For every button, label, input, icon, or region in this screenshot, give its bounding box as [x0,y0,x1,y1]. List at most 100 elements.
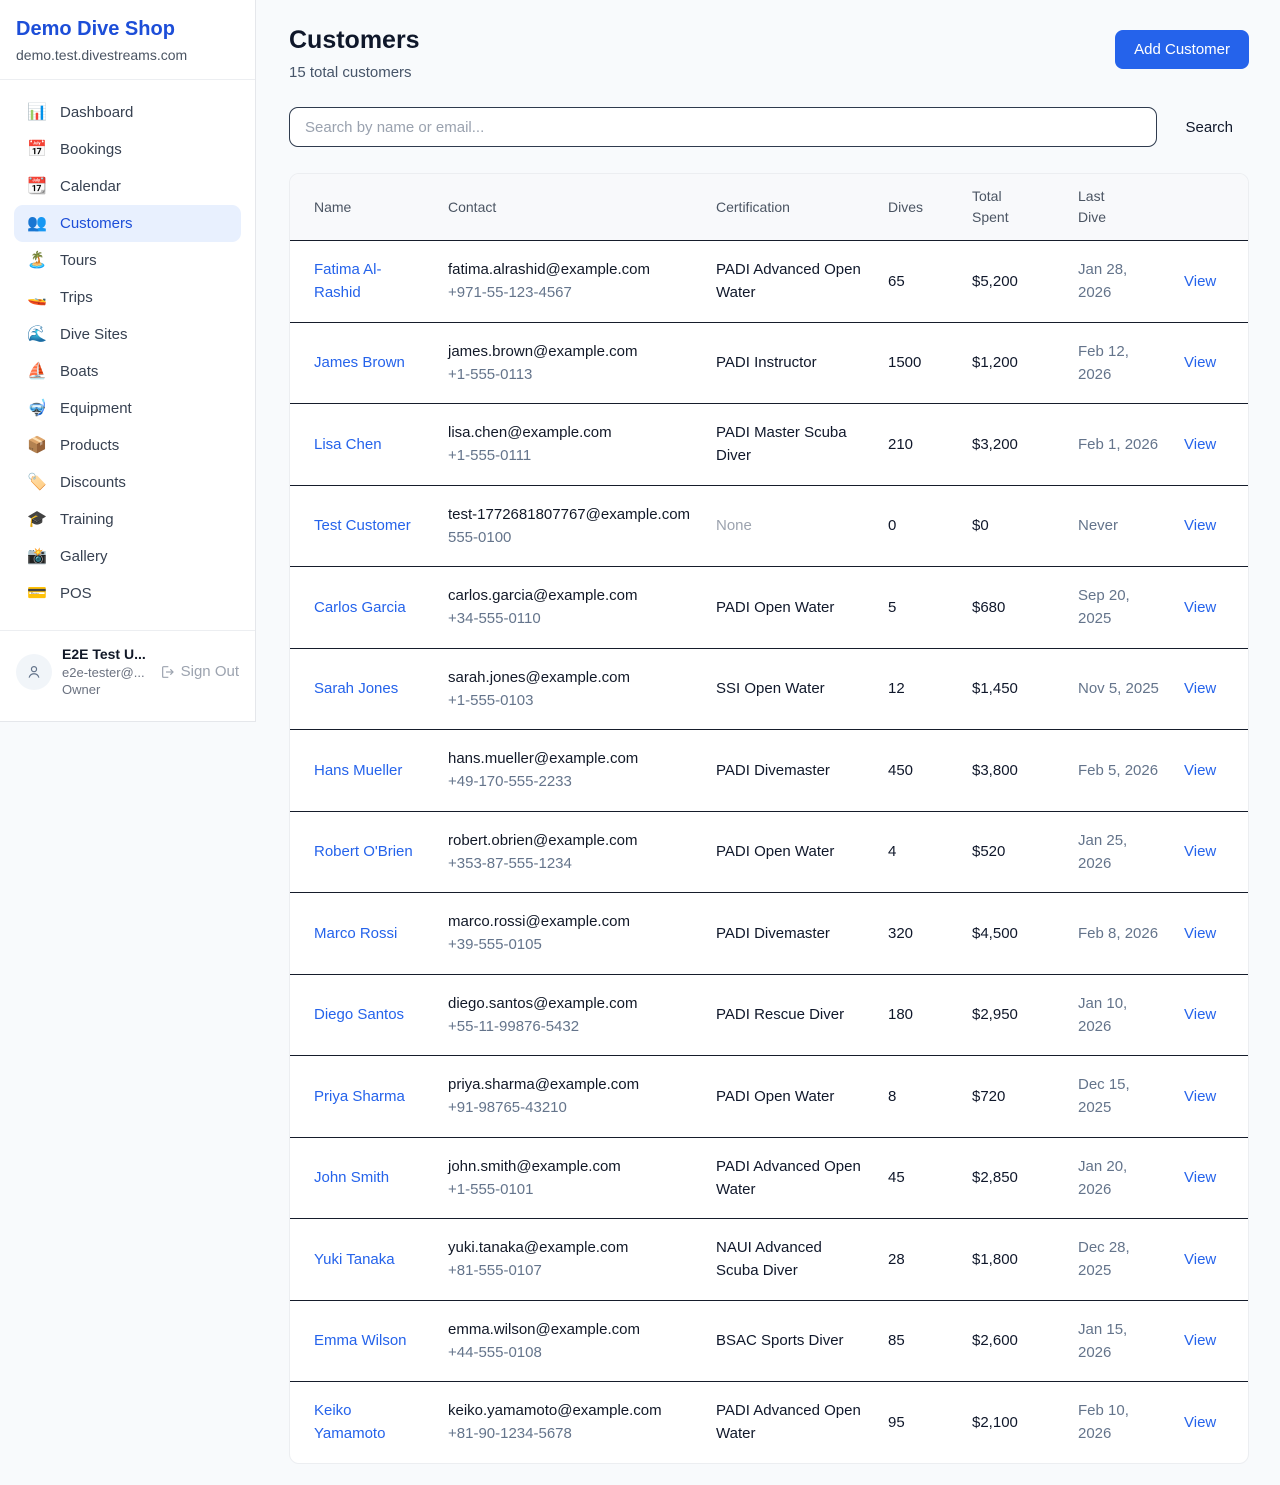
customer-email: keiko.yamamoto@example.com [448,1399,692,1422]
view-link[interactable]: View [1184,436,1216,453]
sidebar-item-pos[interactable]: 💳 POS [14,575,241,612]
sidebar-item-label: Tours [60,252,97,269]
customer-phone: +81-90-1234-5678 [448,1422,692,1445]
total-spent: $3,800 [972,762,1018,779]
view-link[interactable]: View [1184,1414,1216,1431]
sidebar-item-trips[interactable]: 🚤 Trips [14,279,241,316]
sidebar-item-gallery[interactable]: 📸 Gallery [14,538,241,575]
tear-off-calendar-icon: 📆 [27,179,47,195]
view-link[interactable]: View [1184,1169,1216,1186]
customer-name-link[interactable]: Yuki Tanaka [314,1251,395,1268]
last-dive-date: Jan 20, 2026 [1078,1158,1127,1198]
search-button[interactable]: Search [1185,119,1233,136]
view-link[interactable]: View [1184,273,1216,290]
customer-name-link[interactable]: Test Customer [314,517,411,534]
view-link[interactable]: View [1184,1088,1216,1105]
shop-name: Demo Dive Shop [16,18,239,41]
dives-count: 210 [888,436,913,453]
sidebar-item-label: POS [60,585,92,602]
sidebar-item-label: Boats [60,363,98,380]
customer-name-link[interactable]: Fatima Al-Rashid [314,261,382,301]
view-link[interactable]: View [1184,1251,1216,1268]
table-row: Keiko Yamamoto keiko.yamamoto@example.co… [290,1382,1249,1463]
customer-phone: +91-98765-43210 [448,1096,692,1119]
total-spent: $1,200 [972,354,1018,371]
customer-phone: +1-555-0101 [448,1178,692,1201]
certification: PADI Divemaster [716,925,830,942]
col-header-last-dive: Last Dive [1066,174,1172,241]
customer-name-link[interactable]: Keiko Yamamoto [314,1402,385,1442]
sidebar-item-bookings[interactable]: 📅 Bookings [14,131,241,168]
certification: PADI Open Water [716,1088,834,1105]
sidebar-item-training[interactable]: 🎓 Training [14,501,241,538]
total-spent: $3,200 [972,436,1018,453]
people-icon: 👥 [27,216,47,232]
customer-name-link[interactable]: Marco Rossi [314,925,397,942]
customer-name-link[interactable]: Hans Mueller [314,762,402,779]
total-spent: $720 [972,1088,1005,1105]
customer-name-link[interactable]: James Brown [314,354,405,371]
sidebar-item-tours[interactable]: 🏝️ Tours [14,242,241,279]
view-link[interactable]: View [1184,843,1216,860]
sidebar-item-customers[interactable]: 👥 Customers [14,205,241,242]
table-row: Marco Rossi marco.rossi@example.com +39-… [290,893,1249,975]
logout-icon [159,664,175,680]
wave-icon: 🌊 [27,327,47,343]
sidebar-user-footer: E2E Test U... e2e-tester@... Owner Sign … [0,630,255,715]
customer-name-link[interactable]: Emma Wilson [314,1332,407,1349]
certification: PADI Advanced Open Water [716,261,861,301]
customer-email: hans.mueller@example.com [448,747,692,770]
last-dive-date: Never [1078,517,1118,534]
last-dive-date: Feb 8, 2026 [1078,925,1158,942]
diving-mask-icon: 🤿 [27,401,47,417]
search-row: Search [289,107,1249,147]
customer-phone: +1-555-0111 [448,444,692,467]
search-input[interactable] [289,107,1157,147]
sidebar-item-boats[interactable]: ⛵ Boats [14,353,241,390]
customer-email: priya.sharma@example.com [448,1073,692,1096]
view-link[interactable]: View [1184,517,1216,534]
add-customer-button[interactable]: Add Customer [1115,30,1249,69]
sidebar-item-equipment[interactable]: 🤿 Equipment [14,390,241,427]
customer-name-link[interactable]: Diego Santos [314,1006,404,1023]
sign-out-button[interactable]: Sign Out [159,663,239,680]
certification: BSAC Sports Diver [716,1332,844,1349]
speedboat-icon: 🚤 [27,290,47,306]
customer-email: yuki.tanaka@example.com [448,1236,692,1259]
customer-name-link[interactable]: Robert O'Brien [314,843,413,860]
customer-name-link[interactable]: John Smith [314,1169,389,1186]
customer-phone: +49-170-555-2233 [448,770,692,793]
view-link[interactable]: View [1184,1332,1216,1349]
view-link[interactable]: View [1184,1006,1216,1023]
view-link[interactable]: View [1184,680,1216,697]
customer-email: test-1772681807767@example.com [448,503,692,526]
page-title: Customers [289,26,420,55]
customer-name-link[interactable]: Sarah Jones [314,680,398,697]
customer-phone: +971-55-123-4567 [448,281,692,304]
sidebar-item-dive-sites[interactable]: 🌊 Dive Sites [14,316,241,353]
dives-count: 1500 [888,354,921,371]
sidebar-item-calendar[interactable]: 📆 Calendar [14,168,241,205]
sidebar-item-label: Products [60,437,119,454]
customer-phone: 555-0100 [448,526,692,549]
col-header-contact: Contact [436,174,704,241]
sidebar-item-discounts[interactable]: 🏷️ Discounts [14,464,241,501]
table-row: Emma Wilson emma.wilson@example.com +44-… [290,1300,1249,1382]
view-link[interactable]: View [1184,762,1216,779]
bar-chart-icon: 📊 [27,105,47,121]
customer-name-link[interactable]: Lisa Chen [314,436,382,453]
avatar [16,654,52,690]
sidebar-item-products[interactable]: 📦 Products [14,427,241,464]
view-link[interactable]: View [1184,925,1216,942]
customer-name-link[interactable]: Carlos Garcia [314,599,406,616]
customer-phone: +55-11-99876-5432 [448,1015,692,1038]
graduation-cap-icon: 🎓 [27,512,47,528]
col-header-total-spent: Total Spent [960,174,1066,241]
customer-name-link[interactable]: Priya Sharma [314,1088,405,1105]
view-link[interactable]: View [1184,354,1216,371]
sidebar-item-label: Training [60,511,114,528]
total-spent: $4,500 [972,925,1018,942]
dives-count: 45 [888,1169,905,1186]
sidebar-item-dashboard[interactable]: 📊 Dashboard [14,94,241,131]
view-link[interactable]: View [1184,599,1216,616]
